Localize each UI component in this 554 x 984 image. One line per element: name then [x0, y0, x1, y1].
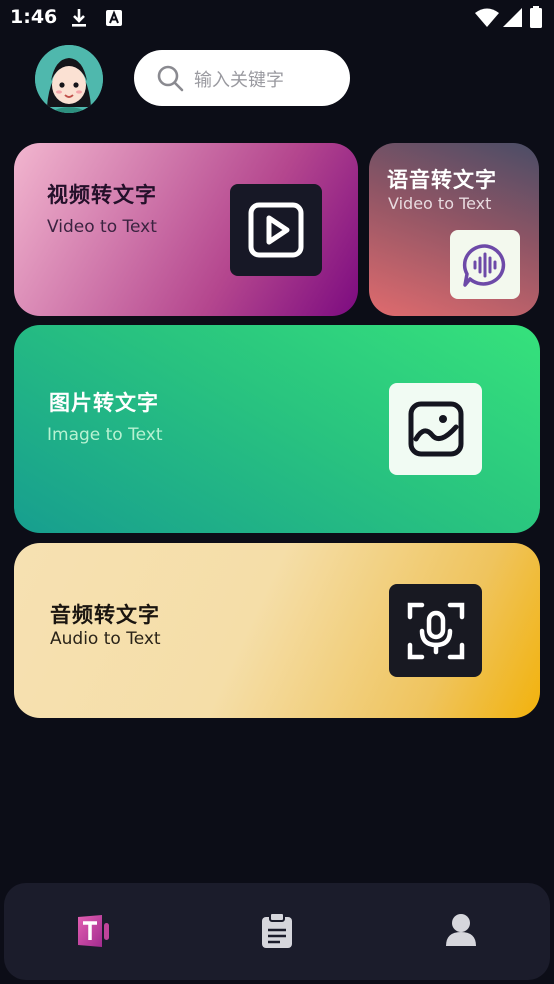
nav-clipboard-icon[interactable] — [261, 912, 293, 953]
search-input[interactable]: 输入关键字 — [134, 50, 350, 106]
download-icon — [70, 8, 88, 32]
battery-icon — [530, 6, 542, 32]
nav-text-logo-icon[interactable] — [76, 913, 112, 953]
audio-card-title: 音频转文字 — [50, 603, 160, 627]
voice-wave-icon — [462, 243, 506, 287]
status-bar: 1:46 — [0, 0, 554, 36]
video-card-subtitle: Video to Text — [47, 217, 157, 237]
image-card-subtitle: Image to Text — [47, 425, 163, 445]
a11y-icon — [106, 10, 122, 30]
voice-card-subtitle: Video to Text — [388, 194, 492, 213]
search-icon — [156, 64, 184, 96]
signal-icon — [502, 8, 522, 32]
bottom-navigation — [4, 883, 550, 980]
image-card-title: 图片转文字 — [49, 391, 159, 415]
voice-card-title: 语音转文字 — [387, 168, 497, 192]
wifi-icon — [475, 8, 499, 32]
image-icon-tile — [389, 383, 482, 475]
user-icon — [446, 914, 476, 946]
voice-wave-icon-tile — [450, 230, 520, 299]
video-to-text-card[interactable]: 视频转文字 Video to Text — [14, 143, 358, 316]
avatar-illustration — [35, 45, 103, 113]
image-to-text-card[interactable]: 图片转文字 Image to Text — [14, 325, 540, 533]
mic-scan-icon-tile — [389, 584, 482, 677]
search-placeholder: 输入关键字 — [194, 70, 284, 91]
text-logo-icon — [78, 915, 109, 947]
clipboard-icon — [262, 912, 292, 948]
status-time: 1:46 — [10, 6, 58, 28]
avatar[interactable] — [35, 45, 103, 113]
audio-card-subtitle: Audio to Text — [50, 629, 161, 649]
mic-scan-icon — [407, 602, 464, 659]
play-icon — [248, 202, 304, 258]
play-icon-tile — [230, 184, 322, 276]
nav-user-icon[interactable] — [445, 913, 477, 951]
voice-to-text-card[interactable]: 语音转文字 Video to Text — [369, 143, 539, 316]
audio-to-text-card[interactable]: 音频转文字 Audio to Text — [14, 543, 540, 718]
image-icon — [408, 401, 463, 457]
video-card-title: 视频转文字 — [47, 183, 157, 207]
